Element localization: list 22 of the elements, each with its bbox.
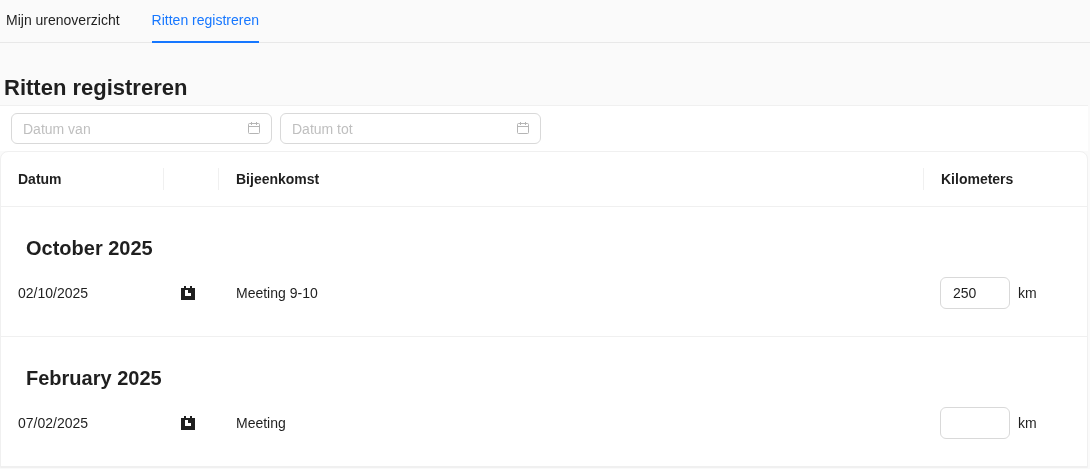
calendar-icon (181, 416, 195, 430)
date-text: 02/10/2025 (17, 283, 90, 303)
meeting-text: Meeting 9-10 (235, 283, 319, 303)
km-field[interactable] (940, 407, 1010, 439)
calendar-icon (516, 121, 530, 135)
calendar-icon (247, 121, 261, 135)
date-field[interactable]: Datum van (11, 113, 272, 144)
tab[interactable]: Mijn urenoverzicht (6, 0, 120, 43)
page-title: Ritten registreren (3, 74, 189, 102)
meeting-text: Meeting (235, 413, 287, 433)
column-header: Datum (18, 169, 62, 189)
month-heading: February 2025 (25, 366, 163, 391)
date-field[interactable]: Datum tot (280, 113, 541, 144)
calendar-icon (181, 286, 195, 300)
unit-text: km (1018, 413, 1037, 433)
month-heading: October 2025 (25, 236, 154, 261)
date-text: 07/02/2025 (17, 413, 90, 433)
km-field[interactable]: 250 (940, 277, 1010, 309)
column-header: Bijeenkomst (236, 169, 320, 189)
column-header: Kilometers (941, 169, 1014, 189)
tab[interactable]: Ritten registreren (151, 0, 259, 43)
unit-text: km (1018, 283, 1037, 303)
